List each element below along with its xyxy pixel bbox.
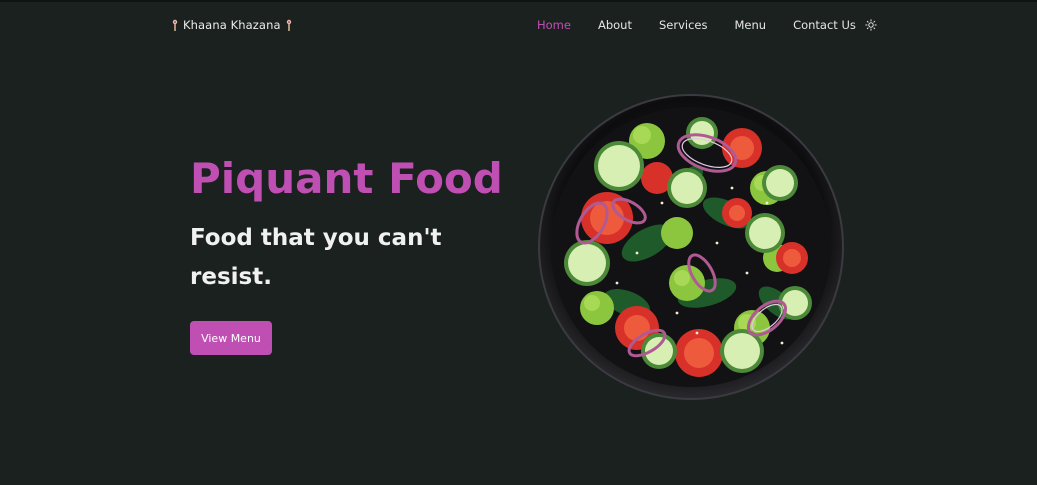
brand-name: Khaana Khazana bbox=[183, 18, 281, 32]
hero-subtitle: Food that you can't resist. bbox=[190, 225, 442, 290]
nav-link-menu[interactable]: Menu bbox=[734, 18, 766, 32]
top-border bbox=[0, 0, 1037, 2]
salad-bowl-image bbox=[537, 93, 845, 401]
nav-link-home[interactable]: Home bbox=[537, 18, 571, 32]
view-menu-button[interactable]: View Menu bbox=[190, 321, 272, 355]
fork-spoon-icon bbox=[284, 18, 294, 32]
nav-link-about[interactable]: About bbox=[598, 18, 632, 32]
nav-link-services[interactable]: Services bbox=[659, 18, 708, 32]
hero-title: Piquant Food bbox=[190, 154, 503, 203]
sun-icon[interactable] bbox=[865, 19, 877, 31]
brand-logo[interactable]: Khaana Khazana bbox=[170, 17, 294, 33]
nav-link-contact[interactable]: Contact Us bbox=[793, 18, 856, 32]
main-nav: Home About Services Menu Contact Us bbox=[537, 16, 877, 34]
fork-spoon-icon bbox=[170, 18, 180, 32]
